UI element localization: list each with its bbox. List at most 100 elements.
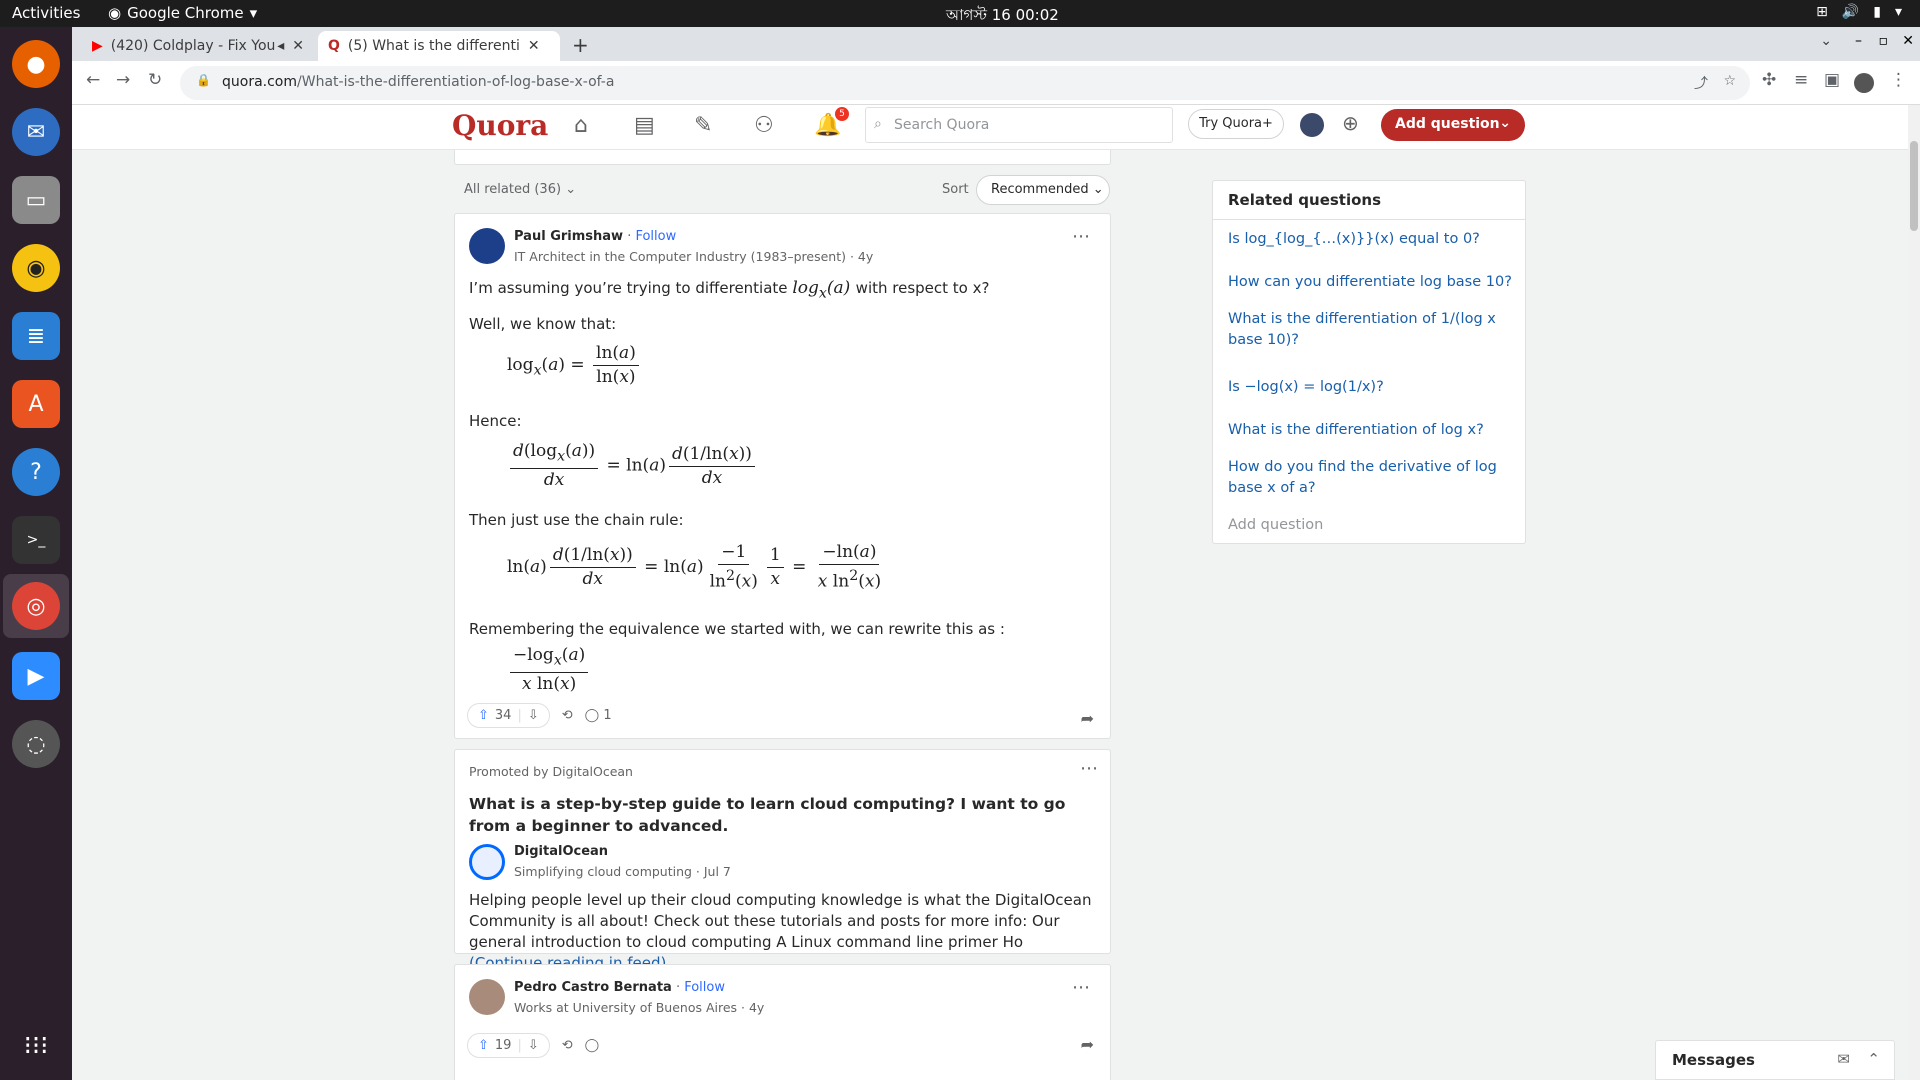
close-icon[interactable]: ✕ (292, 38, 304, 54)
tab-quora[interactable]: Q (5) What is the differentiation ✕ (318, 31, 560, 61)
promoted-question-title[interactable]: What is a step-by-step guide to learn cl… (469, 793, 1089, 837)
chrome-dock-icon[interactable]: ◎ (12, 582, 60, 630)
upvote-button[interactable]: ⇧ 19 | ⇩ (467, 1033, 550, 1058)
minimize-icon[interactable]: – (1855, 33, 1862, 49)
search-icon: ⌕ (874, 116, 882, 132)
more-options-icon[interactable]: ⋯ (1080, 758, 1098, 779)
lock-icon: 🔒 (196, 73, 211, 87)
tab-youtube[interactable]: ▶ (420) Coldplay - Fix You ◂ ✕ (82, 31, 314, 61)
spaces-icon[interactable]: ⚇ (754, 113, 774, 138)
scrollbar-thumb[interactable] (1910, 141, 1918, 231)
related-question-link[interactable]: Is −log(x) = log(1/x)? (1228, 377, 1513, 398)
firefox-icon[interactable]: ● (12, 40, 60, 88)
media-icon[interactable]: ≡ (1794, 70, 1808, 90)
share-repost-icon[interactable]: ⟲ (562, 708, 573, 723)
address-bar[interactable]: 🔒 quora.com/What-is-the-differentiation-… (180, 66, 1750, 100)
side-panel-icon[interactable]: ▣ (1824, 70, 1840, 90)
messages-panel[interactable]: Messages ✉ ⌃ (1655, 1040, 1895, 1080)
compose-icon[interactable]: ✉ (1837, 1050, 1850, 1068)
answer-actions: ⇧ 19 | ⇩ ⟲ ◯ (467, 1033, 599, 1058)
answer-paragraph: Hence: (469, 412, 522, 430)
thunderbird-icon[interactable]: ✉ (12, 108, 60, 156)
related-question-link[interactable]: What is the differentiation of log x? (1228, 420, 1513, 441)
home-icon[interactable]: ⌂ (574, 113, 588, 138)
activities-button[interactable]: Activities (12, 4, 80, 22)
quora-logo[interactable]: Quora (452, 109, 548, 142)
related-filter[interactable]: All related (36) ⌄ (464, 182, 576, 197)
share-icon[interactable]: ➦ (1081, 709, 1094, 728)
related-question-link[interactable]: How can you differentiate log base 10? (1228, 272, 1513, 293)
notification-badge: 5 (835, 107, 849, 121)
maximize-icon[interactable]: ▫ (1879, 33, 1889, 49)
share-icon[interactable]: ⤴ (1694, 73, 1708, 93)
sort-label: Sort (942, 182, 969, 197)
add-question-button[interactable]: Add question ⌄ (1381, 109, 1525, 141)
page-scrollbar[interactable] (1908, 105, 1920, 1080)
share-icon[interactable]: ➦ (1081, 1035, 1094, 1054)
chevron-down-icon: ▾ (249, 4, 258, 22)
following-icon[interactable]: ▤ (634, 113, 655, 138)
forward-icon[interactable]: → (116, 70, 130, 90)
math-equation: logx(a) = ln(a) ln(x) (507, 342, 642, 389)
user-avatar[interactable] (1300, 113, 1324, 137)
related-heading: Related questions (1213, 181, 1525, 220)
back-icon[interactable]: ← (86, 70, 100, 90)
author-name[interactable]: Paul Grimshaw (514, 229, 623, 244)
help-icon[interactable]: ? (12, 448, 60, 496)
disk-icon[interactable]: ◌ (12, 720, 60, 768)
upvote-icon: ⇧ (478, 1038, 489, 1053)
downvote-icon[interactable]: ⇩ (528, 1038, 539, 1053)
writer-icon[interactable]: ≣ (12, 312, 60, 360)
window-close-icon[interactable]: ✕ (1902, 33, 1914, 49)
follow-link[interactable]: Follow (684, 980, 725, 995)
add-question-link[interactable]: Add question (1228, 515, 1513, 536)
terminal-icon[interactable]: >_ (12, 516, 60, 564)
more-options-icon[interactable]: ⋯ (1072, 226, 1090, 247)
more-options-icon[interactable]: ⋯ (1072, 977, 1090, 998)
promoted-author[interactable]: DigitalOcean (514, 844, 608, 859)
tab-search-icon[interactable]: ⌄ (1820, 33, 1832, 49)
files-icon[interactable]: ▭ (12, 176, 60, 224)
chevron-up-icon[interactable]: ⌃ (1867, 1050, 1880, 1068)
clock[interactable]: আগস্ট 16 00:02 (946, 4, 1059, 29)
try-quora-plus-button[interactable]: Try Quora+ (1188, 109, 1284, 139)
related-question-link[interactable]: What is the differentiation of 1/(log x … (1228, 309, 1513, 351)
extensions-icon[interactable]: ✣ (1762, 70, 1776, 90)
chevron-down-icon[interactable]: ⌄ (1499, 115, 1511, 131)
close-icon[interactable]: ✕ (528, 38, 540, 54)
downvote-icon[interactable]: ⇩ (528, 708, 539, 723)
new-tab-icon[interactable]: + (572, 33, 589, 57)
search-input[interactable]: ⌕ Search Quora (865, 107, 1173, 143)
related-question-link[interactable]: Is log_{log_{…(x)}}(x) equal to 0? (1228, 229, 1513, 250)
software-center-icon[interactable]: A (12, 380, 60, 428)
related-question-link[interactable]: How do you find the derivative of log ba… (1228, 457, 1513, 499)
bookmark-star-icon[interactable]: ☆ (1723, 73, 1736, 89)
reload-icon[interactable]: ↻ (148, 70, 162, 90)
author-avatar[interactable] (469, 979, 505, 1015)
globe-icon[interactable]: ⊕ (1342, 111, 1359, 135)
system-tray[interactable]: ⊞ 🔊 ▮ ▾ (1816, 4, 1902, 20)
comment-button[interactable]: ◯ 1 (585, 708, 612, 723)
answer-icon[interactable]: ✎ (694, 113, 712, 138)
network-icon: ⊞ (1816, 4, 1828, 20)
author-avatar[interactable] (469, 228, 505, 264)
rhythmbox-icon[interactable]: ◉ (12, 244, 60, 292)
author-line: Pedro Castro Bernata · Follow (514, 980, 725, 995)
math-equation: −logx(a) x ln(x) (507, 644, 591, 696)
digitalocean-avatar[interactable] (469, 844, 505, 880)
share-repost-icon[interactable]: ⟲ (562, 1038, 573, 1053)
author-name[interactable]: Pedro Castro Bernata (514, 980, 672, 995)
upvote-button[interactable]: ⇧ 34 | ⇩ (467, 703, 550, 728)
app-grid-icon[interactable]: ⁝⁝⁝ (12, 1022, 60, 1070)
follow-link[interactable]: Follow (635, 229, 676, 244)
youtube-icon: ▶ (92, 38, 103, 54)
quora-header: Quora ⌂ ▤ ✎ ⚇ 🔔 5 ⌕ Search Quora Try Quo… (72, 105, 1920, 150)
zoom-icon[interactable]: ▶ (12, 652, 60, 700)
comment-icon[interactable]: ◯ (585, 1038, 600, 1053)
profile-avatar[interactable] (1854, 73, 1874, 93)
sort-dropdown[interactable]: Recommended ⌄ (976, 175, 1110, 205)
upvote-icon: ⇧ (478, 708, 489, 723)
app-menu[interactable]: ◉ Google Chrome ▾ (108, 4, 257, 22)
menu-icon[interactable]: ⋮ (1890, 70, 1907, 90)
volume-icon: 🔊 (1841, 4, 1860, 20)
